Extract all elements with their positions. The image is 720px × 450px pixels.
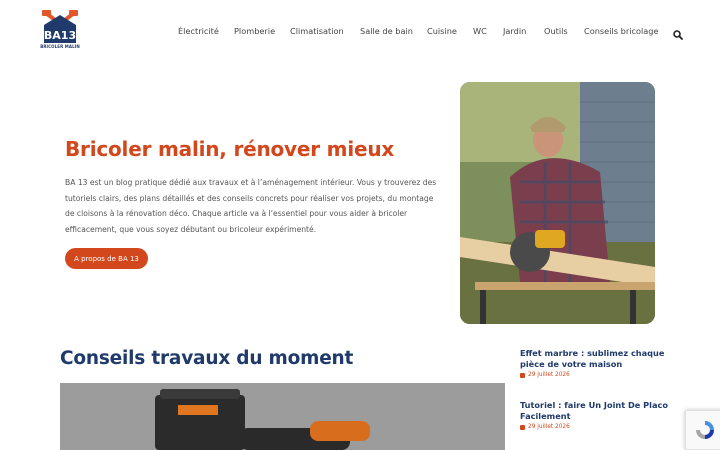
section-title: Conseils travaux du moment — [60, 348, 354, 369]
featured-article-image[interactable] — [60, 383, 505, 450]
side-post-title[interactable]: Effet marbre : sublimez chaque pièce de … — [520, 348, 670, 370]
recaptcha-badge[interactable] — [685, 410, 720, 450]
hero-title: Bricoler malin, rénover mieux — [65, 137, 395, 161]
side-post-date: 29 juillet 2026 — [528, 424, 570, 430]
side-post-date: 29 juillet 2026 — [528, 372, 570, 378]
nav-item-conseils-bricolage[interactable]: Conseils bricolage — [584, 26, 659, 36]
side-post-item[interactable]: Tutoriel : faire Un Joint De Placo Facil… — [520, 400, 670, 430]
hero-image — [460, 82, 655, 324]
logo-tagline: BRICOLER MALIN — [40, 44, 80, 49]
main-navigation: Électricité Plomberie Climatisation Sall… — [0, 26, 720, 38]
nav-item-outils[interactable]: Outils — [544, 26, 568, 36]
side-post-meta: 29 juillet 2026 — [520, 372, 670, 378]
side-post-title[interactable]: Tutoriel : faire Un Joint De Placo Facil… — [520, 400, 670, 422]
recaptcha-icon — [696, 421, 714, 439]
nav-item-cuisine[interactable]: Cuisine — [427, 26, 457, 36]
side-post-item[interactable]: Effet marbre : sublimez chaque pièce de … — [520, 348, 670, 378]
calendar-icon — [520, 424, 525, 430]
nav-item-wc[interactable]: WC — [473, 26, 487, 36]
about-button[interactable]: A propos de BA 13 — [65, 248, 148, 269]
side-post-meta: 29 juillet 2026 — [520, 424, 670, 430]
nav-item-salle-de-bain[interactable]: Salle de bain — [360, 26, 413, 36]
nav-item-electricite[interactable]: Électricité — [178, 26, 219, 36]
nav-item-plomberie[interactable]: Plomberie — [234, 26, 275, 36]
nav-item-jardin[interactable]: Jardin — [503, 26, 526, 36]
hero-description: BA 13 est un blog pratique dédié aux tra… — [65, 178, 437, 235]
calendar-icon — [520, 372, 525, 378]
search-icon[interactable] — [673, 25, 683, 40]
nav-item-climatisation[interactable]: Climatisation — [290, 26, 344, 36]
